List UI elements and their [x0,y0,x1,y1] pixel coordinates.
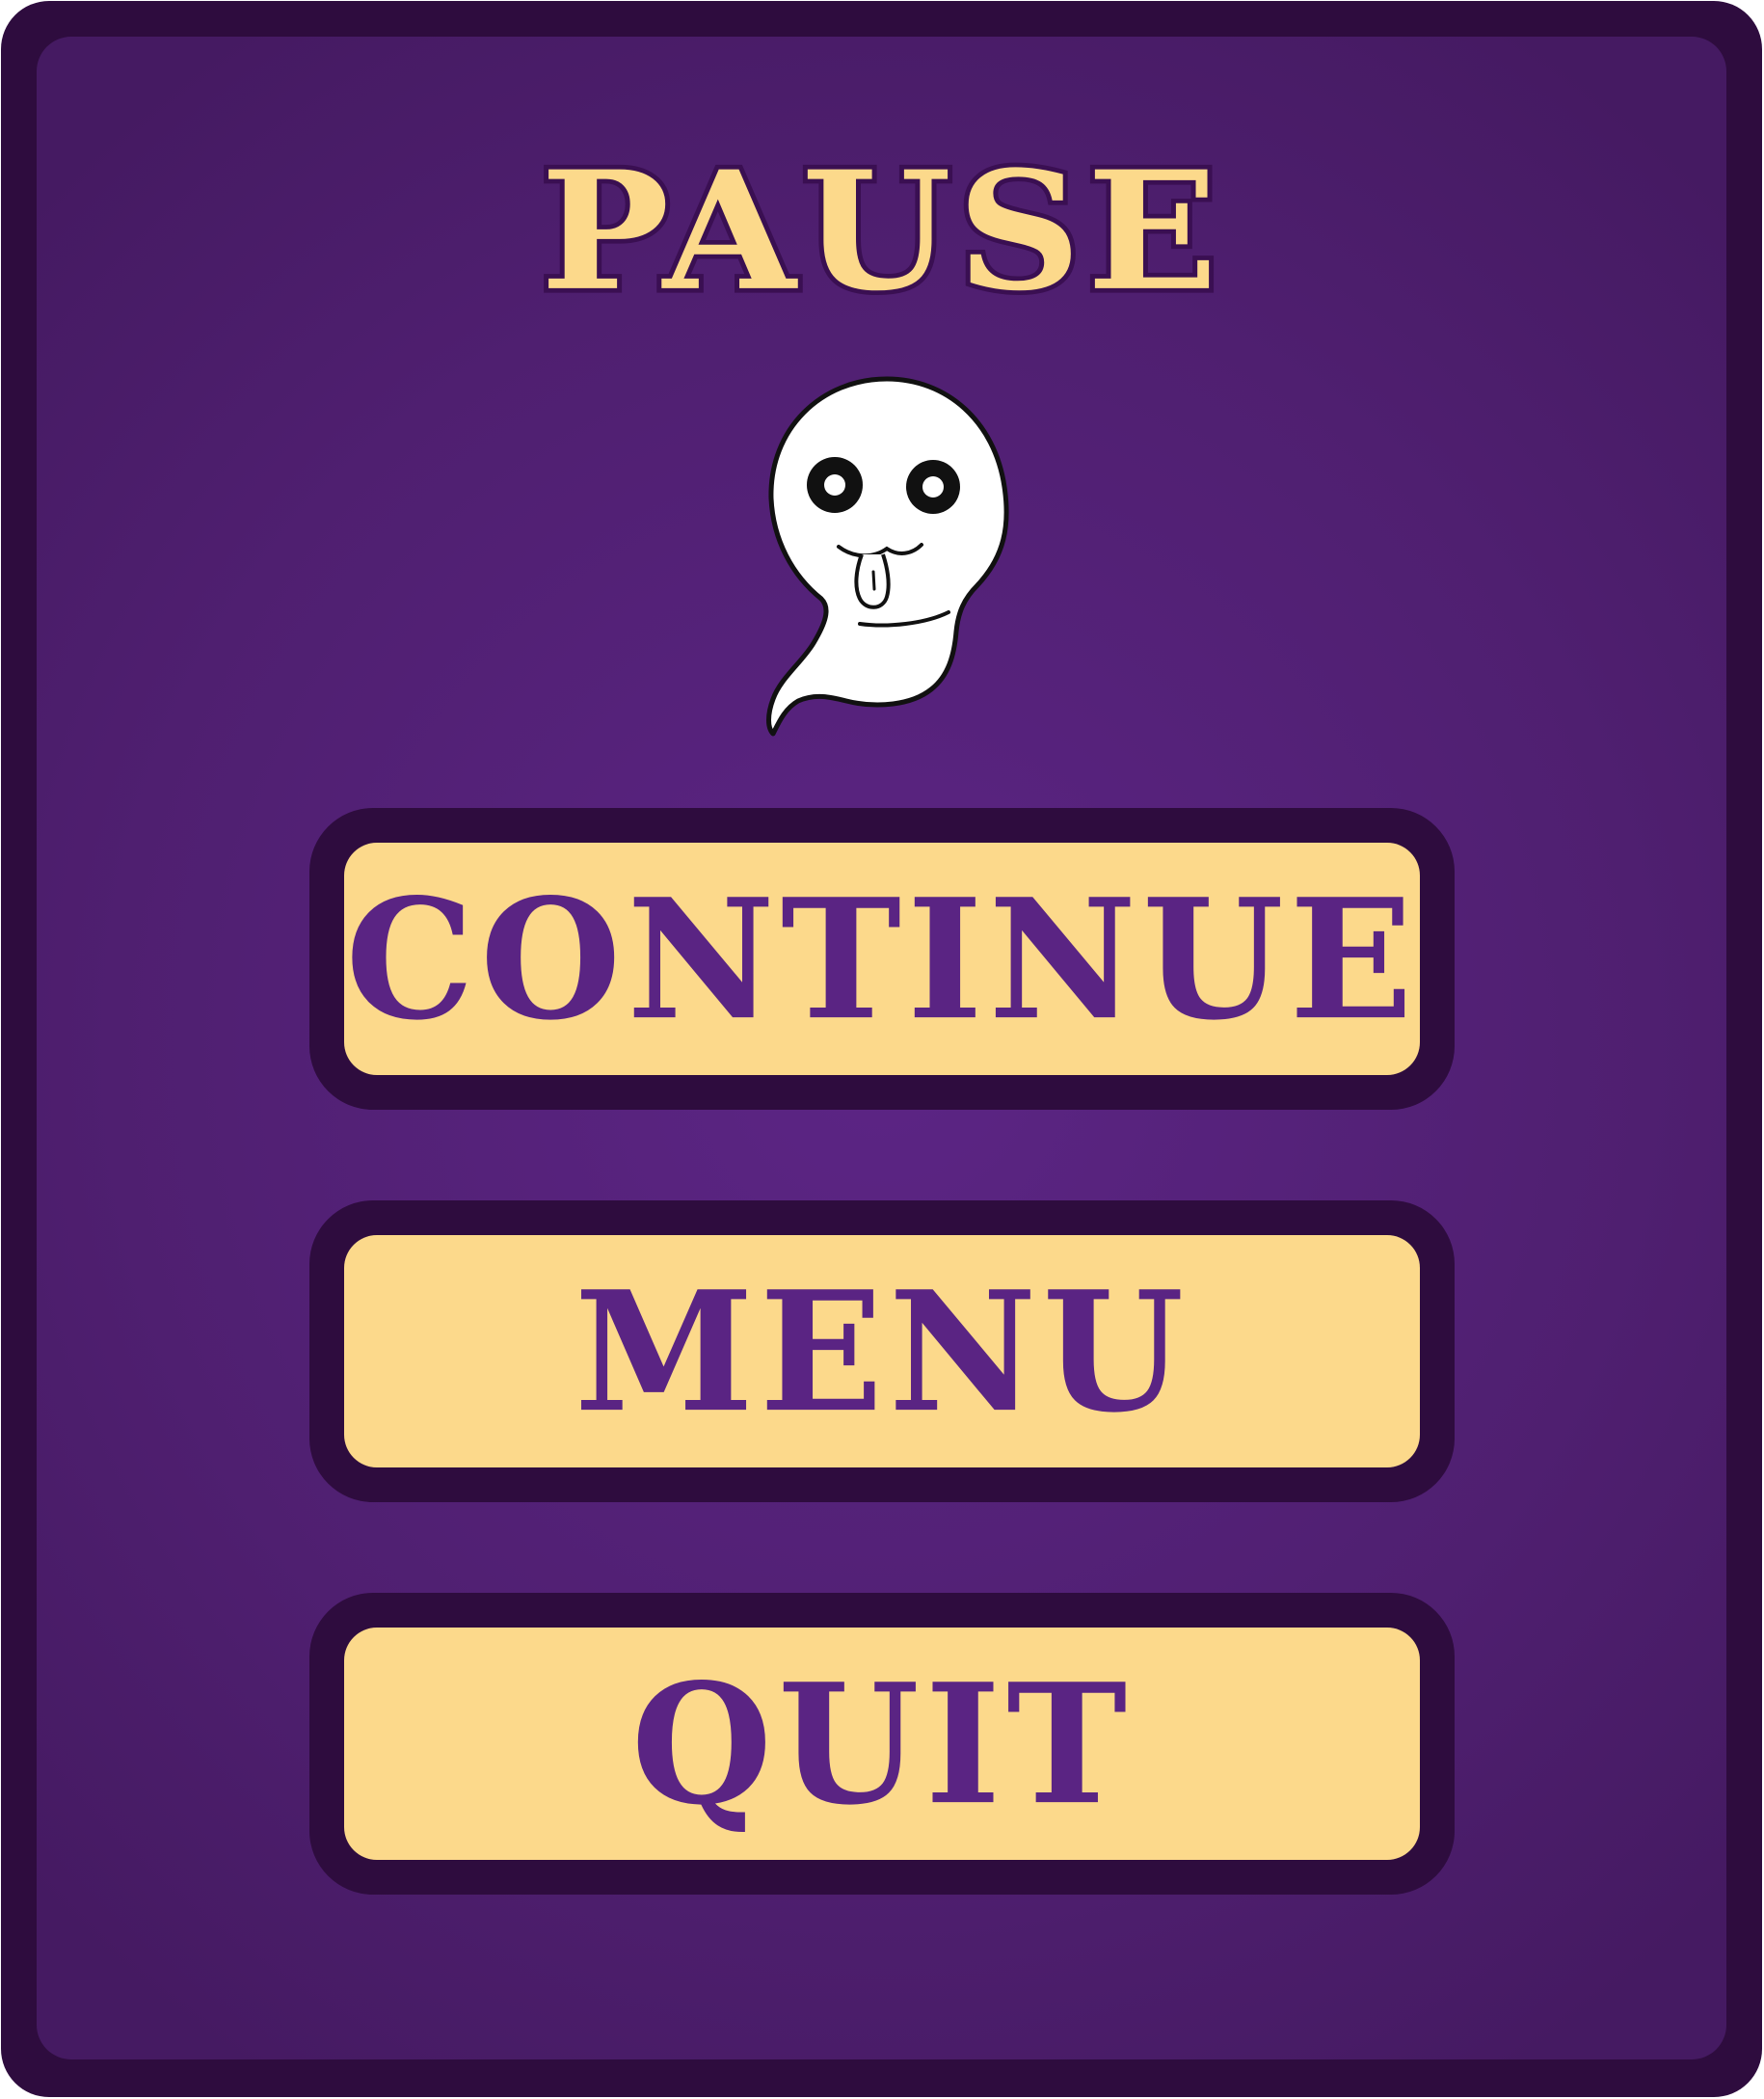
quit-button[interactable]: QUIT [309,1593,1455,1895]
quit-button-label: QUIT [630,1646,1134,1842]
menu-button-face[interactable]: MENU [344,1235,1420,1467]
continue-button[interactable]: CONTINUE [309,808,1455,1110]
menu-button[interactable]: MENU [309,1200,1455,1502]
continue-button-label: CONTINUE [345,861,1419,1057]
ghost-icon [766,376,1009,737]
menu-button-label: MENU [574,1253,1190,1449]
quit-button-face[interactable]: QUIT [344,1628,1420,1860]
pause-title: PAUSE [536,135,1224,327]
continue-button-face[interactable]: CONTINUE [344,843,1420,1075]
